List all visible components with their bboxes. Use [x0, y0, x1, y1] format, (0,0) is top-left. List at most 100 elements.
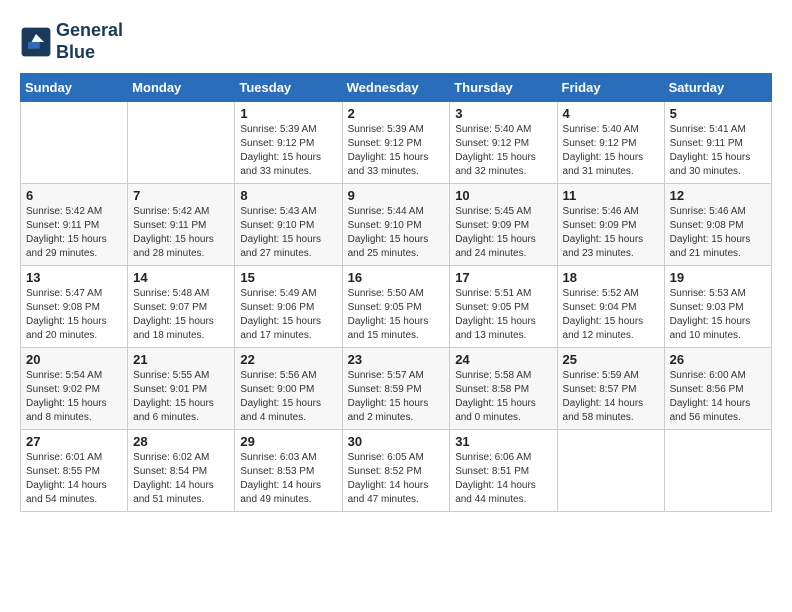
day-info: Sunrise: 5:54 AM Sunset: 9:02 PM Dayligh… — [26, 369, 122, 425]
day-number: 22 — [240, 352, 336, 367]
day-header-friday: Friday — [557, 74, 664, 102]
calendar-cell: 5 Sunrise: 5:41 AM Sunset: 9:11 PM Daylig… — [664, 102, 771, 184]
day-info: Sunrise: 5:40 AM Sunset: 9:12 PM Dayligh… — [455, 123, 551, 179]
day-number: 12 — [670, 188, 766, 203]
day-info: Sunrise: 5:59 AM Sunset: 8:57 PM Dayligh… — [563, 369, 659, 425]
calendar-week-3: 13 Sunrise: 5:47 AM Sunset: 9:08 PM Dayli… — [21, 266, 772, 348]
day-number: 26 — [670, 352, 766, 367]
calendar-cell: 1 Sunrise: 5:39 AM Sunset: 9:12 PM Daylig… — [235, 102, 342, 184]
day-number: 20 — [26, 352, 122, 367]
day-header-sunday: Sunday — [21, 74, 128, 102]
calendar-cell: 26 Sunrise: 6:00 AM Sunset: 8:56 PM Dayli… — [664, 348, 771, 430]
calendar-cell: 28 Sunrise: 6:02 AM Sunset: 8:54 PM Dayli… — [128, 430, 235, 512]
calendar-week-5: 27 Sunrise: 6:01 AM Sunset: 8:55 PM Dayli… — [21, 430, 772, 512]
day-info: Sunrise: 5:42 AM Sunset: 9:11 PM Dayligh… — [26, 205, 122, 261]
calendar-cell: 20 Sunrise: 5:54 AM Sunset: 9:02 PM Dayli… — [21, 348, 128, 430]
day-header-thursday: Thursday — [450, 74, 557, 102]
day-info: Sunrise: 6:01 AM Sunset: 8:55 PM Dayligh… — [26, 451, 122, 507]
calendar-cell: 23 Sunrise: 5:57 AM Sunset: 8:59 PM Dayli… — [342, 348, 450, 430]
day-number: 25 — [563, 352, 659, 367]
day-info: Sunrise: 5:42 AM Sunset: 9:11 PM Dayligh… — [133, 205, 229, 261]
day-number: 16 — [348, 270, 445, 285]
day-info: Sunrise: 5:56 AM Sunset: 9:00 PM Dayligh… — [240, 369, 336, 425]
day-number: 31 — [455, 434, 551, 449]
day-info: Sunrise: 5:53 AM Sunset: 9:03 PM Dayligh… — [670, 287, 766, 343]
day-info: Sunrise: 5:50 AM Sunset: 9:05 PM Dayligh… — [348, 287, 445, 343]
calendar-cell: 19 Sunrise: 5:53 AM Sunset: 9:03 PM Dayli… — [664, 266, 771, 348]
day-info: Sunrise: 6:00 AM Sunset: 8:56 PM Dayligh… — [670, 369, 766, 425]
day-info: Sunrise: 5:45 AM Sunset: 9:09 PM Dayligh… — [455, 205, 551, 261]
calendar-cell: 6 Sunrise: 5:42 AM Sunset: 9:11 PM Daylig… — [21, 184, 128, 266]
day-info: Sunrise: 5:44 AM Sunset: 9:10 PM Dayligh… — [348, 205, 445, 261]
calendar-cell: 30Sunrise: 6:05 AM Sunset: 8:52 PM Dayli… — [342, 430, 450, 512]
day-number: 8 — [240, 188, 336, 203]
day-number: 23 — [348, 352, 445, 367]
logo-text: General Blue — [56, 20, 123, 63]
day-info: Sunrise: 5:49 AM Sunset: 9:06 PM Dayligh… — [240, 287, 336, 343]
day-number: 9 — [348, 188, 445, 203]
calendar-week-4: 20 Sunrise: 5:54 AM Sunset: 9:02 PM Dayli… — [21, 348, 772, 430]
calendar-cell: 4 Sunrise: 5:40 AM Sunset: 9:12 PM Daylig… — [557, 102, 664, 184]
day-number: 13 — [26, 270, 122, 285]
day-info: Sunrise: 5:46 AM Sunset: 9:08 PM Dayligh… — [670, 205, 766, 261]
day-info: Sunrise: 5:40 AM Sunset: 9:12 PM Dayligh… — [563, 123, 659, 179]
logo-icon — [20, 26, 52, 58]
calendar-cell: 24Sunrise: 5:58 AM Sunset: 8:58 PM Dayli… — [450, 348, 557, 430]
calendar-cell: 10 Sunrise: 5:45 AM Sunset: 9:09 PM Dayli… — [450, 184, 557, 266]
day-info: Sunrise: 5:57 AM Sunset: 8:59 PM Dayligh… — [348, 369, 445, 425]
day-header-saturday: Saturday — [664, 74, 771, 102]
day-number: 7 — [133, 188, 229, 203]
calendar-cell: 18 Sunrise: 5:52 AM Sunset: 9:04 PM Dayli… — [557, 266, 664, 348]
calendar-cell: 13 Sunrise: 5:47 AM Sunset: 9:08 PM Dayli… — [21, 266, 128, 348]
day-info: Sunrise: 5:51 AM Sunset: 9:05 PM Dayligh… — [455, 287, 551, 343]
day-number: 14 — [133, 270, 229, 285]
calendar-cell: 7 Sunrise: 5:42 AM Sunset: 9:11 PM Daylig… — [128, 184, 235, 266]
day-number: 3 — [455, 106, 551, 121]
calendar-table: SundayMondayTuesdayWednesdayThursdayFrid… — [20, 73, 772, 512]
day-number: 4 — [563, 106, 659, 121]
calendar-cell: 22 Sunrise: 5:56 AM Sunset: 9:00 PM Dayli… — [235, 348, 342, 430]
day-info: Sunrise: 5:48 AM Sunset: 9:07 PM Dayligh… — [133, 287, 229, 343]
day-number: 11 — [563, 188, 659, 203]
day-number: 19 — [670, 270, 766, 285]
day-number: 29 — [240, 434, 336, 449]
day-number: 6 — [26, 188, 122, 203]
calendar-cell: 16 Sunrise: 5:50 AM Sunset: 9:05 PM Dayli… — [342, 266, 450, 348]
day-info: Sunrise: 6:05 AM Sunset: 8:52 PM Dayligh… — [348, 451, 445, 507]
day-number: 28 — [133, 434, 229, 449]
day-header-wednesday: Wednesday — [342, 74, 450, 102]
calendar-cell — [664, 430, 771, 512]
day-number: 18 — [563, 270, 659, 285]
day-header-tuesday: Tuesday — [235, 74, 342, 102]
day-number: 2 — [348, 106, 445, 121]
calendar-header-row: SundayMondayTuesdayWednesdayThursdayFrid… — [21, 74, 772, 102]
day-number: 21 — [133, 352, 229, 367]
calendar-cell: 21Sunrise: 5:55 AM Sunset: 9:01 PM Dayli… — [128, 348, 235, 430]
day-number: 1 — [240, 106, 336, 121]
calendar-cell — [557, 430, 664, 512]
calendar-week-1: 1 Sunrise: 5:39 AM Sunset: 9:12 PM Daylig… — [21, 102, 772, 184]
day-info: Sunrise: 5:39 AM Sunset: 9:12 PM Dayligh… — [240, 123, 336, 179]
day-info: Sunrise: 5:39 AM Sunset: 9:12 PM Dayligh… — [348, 123, 445, 179]
calendar-cell: 11Sunrise: 5:46 AM Sunset: 9:09 PM Dayli… — [557, 184, 664, 266]
day-number: 5 — [670, 106, 766, 121]
day-number: 17 — [455, 270, 551, 285]
day-info: Sunrise: 5:41 AM Sunset: 9:11 PM Dayligh… — [670, 123, 766, 179]
calendar-cell: 3 Sunrise: 5:40 AM Sunset: 9:12 PM Daylig… — [450, 102, 557, 184]
day-info: Sunrise: 5:52 AM Sunset: 9:04 PM Dayligh… — [563, 287, 659, 343]
day-info: Sunrise: 5:43 AM Sunset: 9:10 PM Dayligh… — [240, 205, 336, 261]
day-number: 10 — [455, 188, 551, 203]
day-number: 27 — [26, 434, 122, 449]
calendar-cell: 8 Sunrise: 5:43 AM Sunset: 9:10 PM Daylig… — [235, 184, 342, 266]
logo: General Blue — [20, 20, 123, 63]
calendar-cell: 12 Sunrise: 5:46 AM Sunset: 9:08 PM Dayli… — [664, 184, 771, 266]
calendar-cell: 27 Sunrise: 6:01 AM Sunset: 8:55 PM Dayli… — [21, 430, 128, 512]
page-header: General Blue — [20, 20, 772, 63]
day-info: Sunrise: 6:02 AM Sunset: 8:54 PM Dayligh… — [133, 451, 229, 507]
calendar-cell: 29 Sunrise: 6:03 AM Sunset: 8:53 PM Dayli… — [235, 430, 342, 512]
day-info: Sunrise: 6:03 AM Sunset: 8:53 PM Dayligh… — [240, 451, 336, 507]
calendar-cell: 14 Sunrise: 5:48 AM Sunset: 9:07 PM Dayli… — [128, 266, 235, 348]
calendar-cell: 15Sunrise: 5:49 AM Sunset: 9:06 PM Dayli… — [235, 266, 342, 348]
day-number: 24 — [455, 352, 551, 367]
day-info: Sunrise: 5:47 AM Sunset: 9:08 PM Dayligh… — [26, 287, 122, 343]
